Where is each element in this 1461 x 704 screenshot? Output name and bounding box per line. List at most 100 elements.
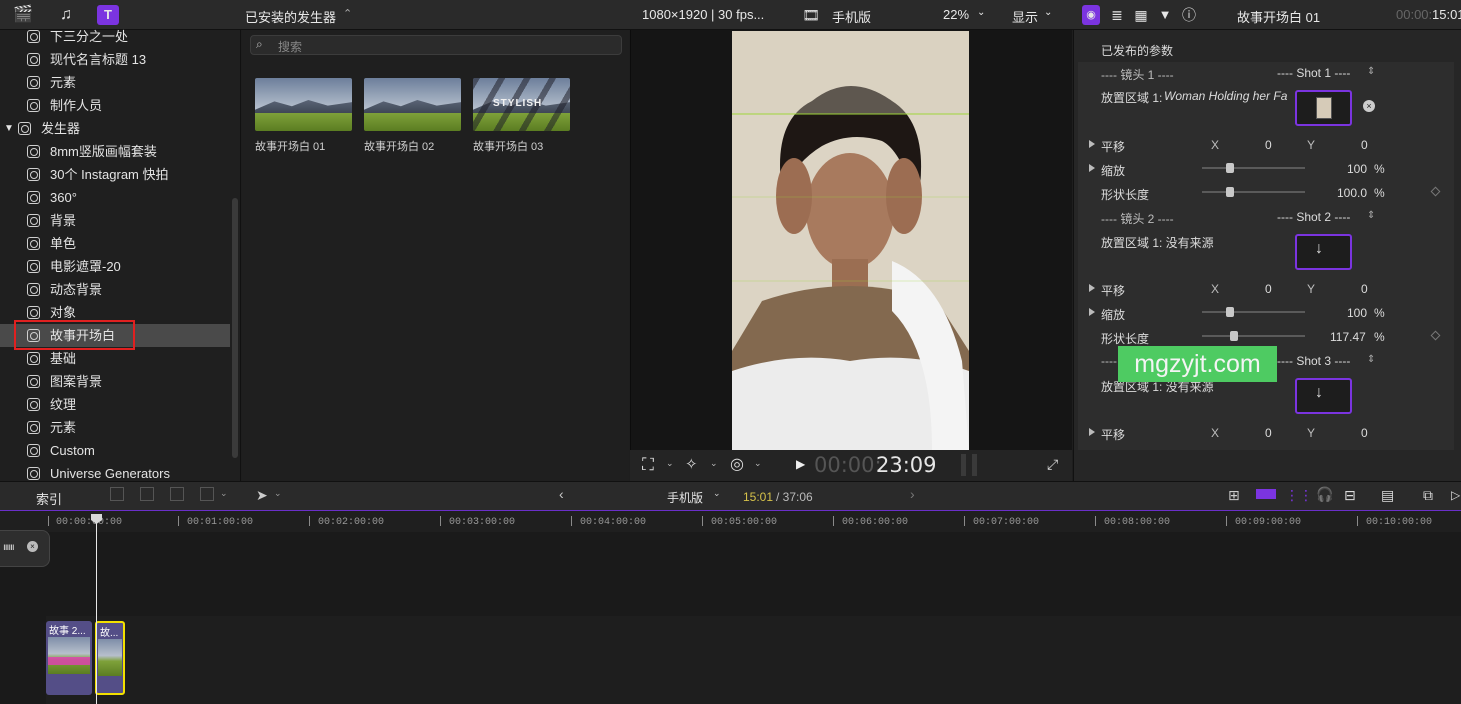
zoom-menu[interactable]: 22% xyxy=(943,7,969,22)
chevron-down-icon[interactable]: ⌄ xyxy=(666,458,674,469)
sidebar-item-backgrounds[interactable]: 背景 xyxy=(0,209,230,232)
scale-value[interactable]: 100 xyxy=(1347,306,1367,320)
pan-y-value[interactable]: 0 xyxy=(1361,282,1368,296)
color-inspector-icon[interactable]: ▼ xyxy=(1154,5,1176,25)
sidebar-item-lower-thirds[interactable]: 下三分之一处 xyxy=(0,25,230,48)
sidebar-item-360[interactable]: 360° xyxy=(0,186,230,209)
shot-3-popup[interactable]: ---- Shot 3 ---- xyxy=(1277,354,1350,368)
chevron-updown-icon[interactable]: ⇕ xyxy=(1367,210,1375,221)
slider-knob[interactable] xyxy=(1230,331,1238,341)
transitions-icon[interactable]: ⧉ xyxy=(1423,487,1433,504)
play-icon[interactable]: ▷ xyxy=(1451,488,1460,502)
shape-length-value[interactable]: 117.47 xyxy=(1330,330,1366,344)
speed-icon[interactable]: ◎ xyxy=(730,454,744,474)
chevron-updown-icon[interactable]: ⇕ xyxy=(1367,66,1375,77)
sidebar-item-credits[interactable]: 制作人员 xyxy=(0,94,230,117)
sidebar-item-instagram[interactable]: 30个 Instagram 快拍 xyxy=(0,163,230,186)
text-inspector-icon[interactable]: ≣ xyxy=(1106,5,1128,25)
libraries-icon[interactable]: 🎬 xyxy=(12,5,34,25)
back-arrow-icon[interactable]: ‹ xyxy=(559,486,564,502)
chevron-down-icon[interactable]: ⌄ xyxy=(1044,7,1052,18)
sidebar-item-generators[interactable]: ▼ 发生器 xyxy=(0,117,230,140)
shape-length-slider[interactable] xyxy=(1202,331,1305,341)
sidebar-scrollbar[interactable] xyxy=(232,198,238,458)
chevron-down-icon[interactable]: ⌄ xyxy=(977,7,985,18)
sidebar-item-custom[interactable]: Custom xyxy=(0,439,230,462)
slider-knob[interactable] xyxy=(1226,163,1234,173)
disclosure-triangle-icon[interactable]: ▼ xyxy=(4,117,14,140)
generator-thumbnail[interactable]: STYLISH xyxy=(473,78,570,131)
scale-slider[interactable] xyxy=(1202,307,1305,317)
chevron-down-icon[interactable]: ⌄ xyxy=(754,458,762,469)
pan-x-value[interactable]: 0 xyxy=(1265,426,1272,440)
insert-clip-icon[interactable] xyxy=(140,487,154,501)
chevron-updown-icon[interactable]: ⌃ xyxy=(343,7,352,20)
sidebar-item-8mm[interactable]: 8mm竖版画幅套装 xyxy=(0,140,230,163)
skimming-icon[interactable] xyxy=(1256,489,1276,499)
chevron-down-icon[interactable]: ⌄ xyxy=(220,488,228,499)
play-icon[interactable]: ▶ xyxy=(796,457,805,471)
sidebar-item-elements[interactable]: 元素 xyxy=(0,71,230,94)
drop-zone-3-well[interactable]: ↓ xyxy=(1295,378,1352,414)
disclosure-triangle-icon[interactable] xyxy=(1089,164,1095,172)
pan-x-value[interactable]: 0 xyxy=(1265,138,1272,152)
disclosure-triangle-icon[interactable] xyxy=(1089,284,1095,292)
headphones-icon[interactable]: 🎧 xyxy=(1316,486,1333,503)
clip-appearance-icon[interactable]: ⊞ xyxy=(1228,487,1240,504)
audio-skimming-icon[interactable]: ⋮⋮ xyxy=(1285,487,1313,504)
drop-zone-2-well[interactable]: ↓ xyxy=(1295,234,1352,270)
shape-length-slider[interactable] xyxy=(1202,187,1305,197)
sidebar-item-textures[interactable]: 纹理 xyxy=(0,393,230,416)
timeline-project-name[interactable]: 手机版 xyxy=(667,489,703,506)
sidebar-item-pattern-bg[interactable]: 图案背景 xyxy=(0,370,230,393)
chevron-down-icon[interactable]: ⌄ xyxy=(710,458,718,469)
video-inspector-icon[interactable]: ▦ xyxy=(1130,5,1152,25)
sidebar-item-solids[interactable]: 单色 xyxy=(0,232,230,255)
generator-inspector-icon[interactable]: ◉ xyxy=(1082,5,1100,25)
shape-length-value[interactable]: 100.0 xyxy=(1337,186,1367,200)
generator-thumbnail[interactable] xyxy=(364,78,461,131)
shot-1-popup[interactable]: ---- Shot 1 ---- xyxy=(1277,66,1350,80)
sidebar-item-universe[interactable]: Universe Generators xyxy=(0,462,230,480)
disclosure-triangle-icon[interactable] xyxy=(1089,308,1095,316)
drop-zone-1-well[interactable] xyxy=(1295,90,1352,126)
close-icon[interactable]: × xyxy=(27,541,38,552)
slider-knob[interactable] xyxy=(1226,187,1234,197)
connect-clip-icon[interactable] xyxy=(110,487,124,501)
snapping-icon[interactable]: ⊟ xyxy=(1344,487,1356,504)
pan-y-value[interactable]: 0 xyxy=(1361,426,1368,440)
pan-x-value[interactable]: 0 xyxy=(1265,282,1272,296)
playhead[interactable] xyxy=(96,520,97,704)
primary-storyline[interactable] xyxy=(46,616,1461,704)
scale-value[interactable]: 100 xyxy=(1347,162,1367,176)
sidebar-item-basics[interactable]: 基础 xyxy=(0,347,230,370)
browser-title[interactable]: 已安装的发生器 xyxy=(245,7,336,26)
titles-generators-icon[interactable]: T xyxy=(97,5,119,25)
music-icon[interactable]: ♫ xyxy=(55,5,77,25)
chevron-down-icon[interactable]: ⌄ xyxy=(713,488,721,499)
magic-wand-icon[interactable]: ✧ xyxy=(685,455,698,473)
sidebar-item-film-mattes[interactable]: 电影遮罩-20 xyxy=(0,255,230,278)
audio-meter-widget[interactable]: ıııııı × xyxy=(0,530,50,567)
slider-knob[interactable] xyxy=(1226,307,1234,317)
display-menu[interactable]: 显示 xyxy=(1012,7,1038,26)
generator-thumbnail[interactable] xyxy=(255,78,352,131)
clear-icon[interactable]: × xyxy=(1363,100,1375,112)
search-input[interactable]: ⌕ 搜索 xyxy=(250,35,622,55)
chevron-updown-icon[interactable]: ⇕ xyxy=(1367,354,1375,365)
viewer-canvas[interactable] xyxy=(732,31,969,450)
overwrite-clip-icon[interactable] xyxy=(200,487,214,501)
chevron-down-icon[interactable]: ⌄ xyxy=(274,488,282,499)
forward-arrow-icon[interactable]: › xyxy=(910,486,915,502)
timeline-clip[interactable]: 故事 2... xyxy=(46,621,92,695)
append-clip-icon[interactable] xyxy=(170,487,184,501)
clip-layout-icon[interactable]: ▤ xyxy=(1381,487,1394,504)
transform-icon[interactable]: ⛶ xyxy=(642,455,654,475)
index-button[interactable]: 索引 xyxy=(36,489,62,508)
disclosure-triangle-icon[interactable] xyxy=(1089,140,1095,148)
fullscreen-icon[interactable]: ⤢ xyxy=(1047,456,1058,473)
info-icon[interactable]: ⓘ xyxy=(1178,5,1200,25)
select-tool-icon[interactable]: ➤ xyxy=(256,487,268,504)
sidebar-item-elements-2[interactable]: 元素 xyxy=(0,416,230,439)
disclosure-triangle-icon[interactable] xyxy=(1089,428,1095,436)
